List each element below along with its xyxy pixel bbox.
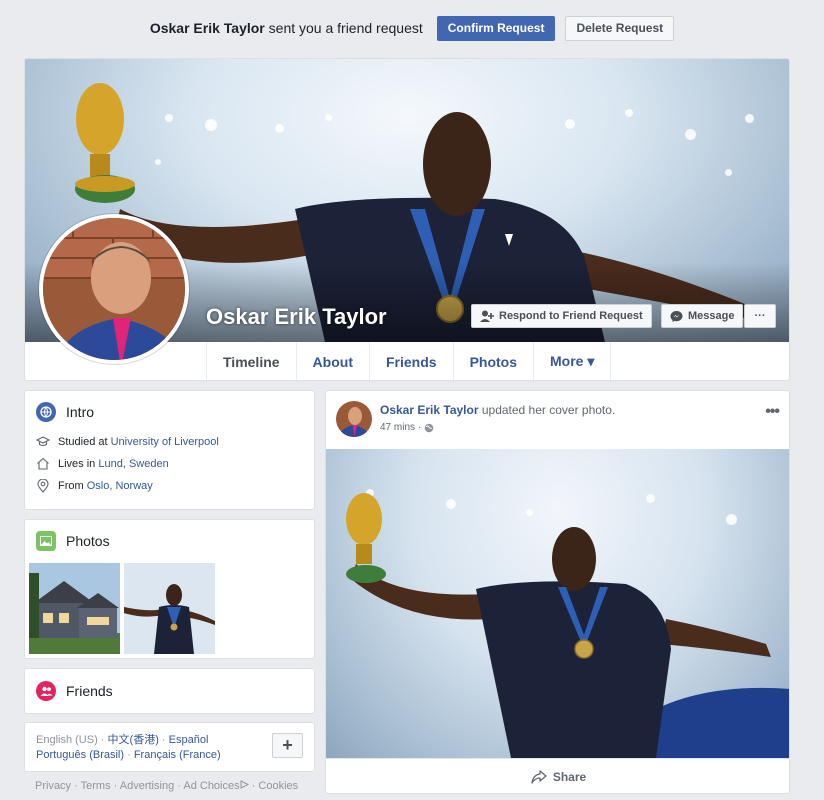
request-message: sent you a friend request — [268, 20, 423, 36]
language-line-1: English (US) · 中文(香港) · Español — [36, 734, 209, 746]
hometown-prefix: From — [58, 480, 84, 492]
player-photo-illustration — [124, 563, 215, 654]
delete-request-button[interactable]: Delete Request — [565, 15, 675, 41]
post-meta: 47 mins · — [380, 422, 434, 433]
profile-header: Oskar Erik Taylor Respond to Friend Requ… — [24, 58, 790, 381]
language-line-2: Português (Brasil) · Français (France) — [36, 749, 221, 761]
post-author-avatar[interactable] — [336, 401, 372, 437]
intro-title: Intro — [66, 404, 95, 420]
share-arrow-icon — [531, 770, 547, 784]
avatar-illustration — [336, 401, 372, 437]
lang-french-fr[interactable]: Français (France) — [134, 749, 221, 761]
profile-name[interactable]: Oskar Erik Taylor — [206, 304, 387, 330]
friends-title: Friends — [66, 683, 113, 699]
intro-hometown: From Oslo, Norway — [36, 479, 303, 493]
friends-box: Friends — [24, 668, 315, 714]
post-author-name[interactable]: Oskar Erik Taylor — [380, 403, 479, 417]
friends-icon — [36, 681, 56, 701]
intro-education: Studied at University of Liverpool — [36, 436, 303, 448]
photos-header[interactable]: Photos — [29, 531, 310, 551]
footer-links: Privacy · Terms · Advertising · Ad Choic… — [35, 780, 299, 792]
avatar-illustration — [43, 218, 185, 360]
share-button[interactable]: Share — [326, 758, 789, 793]
respond-friend-request-button[interactable]: Respond to Friend Request — [471, 304, 652, 328]
respond-label: Respond to Friend Request — [499, 310, 643, 322]
post-cover-photo[interactable] — [326, 449, 789, 758]
tab-photos[interactable]: Photos — [452, 342, 533, 380]
post-header: Oskar Erik Taylor updated her cover phot… — [380, 403, 615, 417]
confirm-request-button[interactable]: Confirm Request — [436, 15, 556, 41]
intro-box: Intro Studied at University of Liverpool… — [24, 390, 315, 510]
message-button[interactable]: Message — [661, 304, 744, 328]
location-pin-icon — [37, 479, 49, 493]
footer-privacy[interactable]: Privacy — [35, 780, 71, 792]
residence-link[interactable]: Lund, Sweden — [98, 458, 168, 470]
more-options-icon: ··· — [754, 310, 766, 322]
tab-friends[interactable]: Friends — [368, 342, 453, 380]
photo-thumb-cover[interactable] — [124, 563, 215, 654]
share-label: Share — [552, 770, 587, 784]
languages-box: English (US) · 中文(香港) · Español Portuguê… — [24, 722, 315, 772]
footer-cookies[interactable]: Cookies — [258, 780, 298, 792]
add-language-button[interactable]: + — [272, 733, 303, 758]
graduation-cap-icon — [36, 436, 50, 447]
house-photo-illustration — [29, 563, 120, 654]
photos-box: Photos — [24, 519, 315, 659]
post-player-illustration — [346, 493, 789, 758]
message-label: Message — [688, 310, 735, 322]
profile-tabs: Timeline About Friends Photos More ▾ — [206, 342, 612, 380]
ad-choices-icon — [240, 780, 249, 789]
friend-request-bar: Oskar Erik Taylor sent you a friend requ… — [0, 14, 824, 42]
globe-icon — [36, 402, 56, 422]
lang-spanish[interactable]: Español — [169, 734, 209, 746]
footer-ad-choices[interactable]: Ad Choices — [183, 780, 239, 792]
photo-thumb-house[interactable] — [29, 563, 120, 654]
photo-icon — [36, 531, 56, 551]
post-action-text: updated her cover photo. — [481, 403, 616, 417]
photos-title: Photos — [66, 533, 110, 549]
home-icon — [37, 457, 49, 470]
intro-residence: Lives in Lund, Sweden — [36, 457, 303, 470]
plus-icon: + — [282, 735, 293, 755]
footer-terms[interactable]: Terms — [81, 780, 111, 792]
tab-about[interactable]: About — [295, 342, 369, 380]
tab-timeline[interactable]: Timeline — [206, 342, 296, 380]
education-link[interactable]: University of Liverpool — [111, 436, 219, 448]
tab-more[interactable]: More ▾ — [533, 342, 612, 380]
requester-name[interactable]: Oskar Erik Taylor — [150, 20, 265, 36]
lang-english: English (US) — [36, 734, 98, 746]
more-options-button[interactable]: ··· — [744, 304, 776, 328]
intro-header: Intro — [36, 402, 303, 422]
post-timestamp[interactable]: 47 mins — [380, 422, 415, 433]
public-globe-icon[interactable] — [424, 423, 434, 433]
residence-prefix: Lives in — [58, 457, 96, 470]
footer-advertising[interactable]: Advertising — [120, 780, 174, 792]
messenger-icon — [670, 310, 683, 322]
friends-header[interactable]: Friends — [36, 681, 303, 701]
post-options-button[interactable]: ••• — [765, 403, 780, 421]
lang-chinese-hk[interactable]: 中文(香港) — [108, 734, 159, 746]
lang-portuguese-br[interactable]: Português (Brasil) — [36, 749, 124, 761]
profile-picture[interactable] — [39, 214, 189, 364]
education-prefix: Studied at — [58, 436, 108, 448]
add-friend-icon — [480, 310, 494, 322]
hometown-link[interactable]: Oslo, Norway — [87, 480, 153, 492]
request-text: Oskar Erik Taylor sent you a friend requ… — [150, 20, 423, 36]
cover-update-post: Oskar Erik Taylor updated her cover phot… — [325, 390, 790, 794]
